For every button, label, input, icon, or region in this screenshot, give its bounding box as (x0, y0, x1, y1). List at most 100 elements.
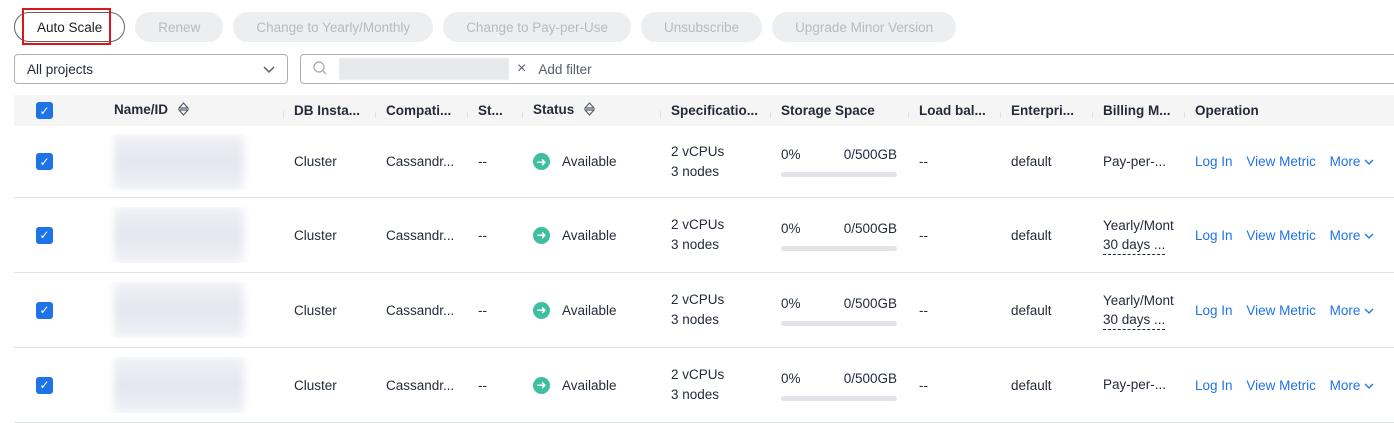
billing-mode-value: Pay-per-... (1103, 377, 1167, 392)
storage-progress-bar (781, 395, 897, 401)
row-checkbox[interactable]: ✓ (36, 301, 53, 319)
header-name[interactable]: Name/ID (104, 102, 284, 119)
view-metric-link[interactable]: View Metric (1246, 378, 1316, 393)
operation-cell: Log In View Metric More (1185, 154, 1385, 169)
enterprise-cell: default (1001, 228, 1093, 243)
enterprise-value[interactable]: default (1011, 303, 1052, 318)
status-value: Available (562, 377, 617, 393)
header-storage-space: Storage Space (771, 103, 909, 118)
lb-value: -- (919, 154, 928, 169)
change-to-pay-per-use-button[interactable]: Change to Pay-per-Use (443, 12, 632, 42)
enterprise-cell: default (1001, 378, 1093, 393)
header-db-type-label: DB Insta... (294, 103, 361, 118)
select-all-checkbox[interactable]: ✓ (36, 102, 53, 119)
chevron-down-icon (1364, 228, 1374, 243)
storage-capacity: 0/500GB (843, 147, 897, 162)
spec-cell: 2 vCPUs 3 nodes (661, 290, 771, 330)
enterprise-value[interactable]: default (1011, 228, 1052, 243)
renew-button[interactable]: Renew (135, 12, 224, 42)
st-cell: -- (468, 154, 523, 169)
header-compat-label: Compati... (386, 103, 452, 118)
table-row: ✓ Cluster Cassandr... -- ➜ Available 2 v… (14, 198, 1394, 273)
project-select[interactable]: All projects (14, 54, 288, 84)
spec-vcpus: 2 vCPUs (671, 217, 725, 232)
header-load-balancer: Load bal... (909, 103, 1001, 118)
name-id-redacted[interactable] (114, 133, 244, 190)
status-cell: ➜ Available (523, 153, 661, 170)
enterprise-value[interactable]: default (1011, 378, 1052, 393)
enterprise-value[interactable]: default (1011, 154, 1052, 169)
header-specification: Specificatio... (661, 103, 771, 118)
db-type-value: Cluster (294, 227, 337, 243)
row-checkbox[interactable]: ✓ (36, 376, 53, 394)
billing-expiry-value[interactable]: 30 days ... (1103, 236, 1166, 255)
upgrade-label: Upgrade Minor Version (795, 19, 934, 35)
sort-icon[interactable] (177, 102, 190, 119)
chevron-down-icon (1364, 378, 1374, 393)
more-label: More (1329, 302, 1361, 318)
header-name-label: Name/ID (114, 102, 169, 118)
upgrade-minor-version-button[interactable]: Upgrade Minor Version (772, 12, 957, 42)
table-row: ✓ Cluster Cassandr... -- ➜ Available 2 v… (14, 126, 1394, 198)
header-st: St... (468, 103, 523, 118)
load-balancer-cell: -- (909, 154, 1001, 169)
enterprise-cell: default (1001, 154, 1093, 169)
status-value: Available (562, 227, 617, 243)
change-ppu-label: Change to Pay-per-Use (466, 19, 609, 35)
st-value: -- (478, 377, 487, 393)
available-status-icon: ➜ (533, 376, 550, 394)
name-id-redacted[interactable] (114, 207, 244, 263)
close-icon[interactable]: × (517, 60, 526, 78)
header-status[interactable]: Status (523, 102, 661, 119)
billing-expiry-value[interactable]: 30 days ... (1103, 311, 1166, 330)
header-spec-label: Specificatio... (671, 103, 759, 118)
unsubscribe-button[interactable]: Unsubscribe (641, 12, 763, 42)
search-filter-input[interactable]: × Add filter (300, 54, 1394, 84)
st-cell: -- (468, 228, 523, 243)
more-dropdown[interactable]: More (1330, 303, 1375, 318)
log-in-link[interactable]: Log In (1195, 228, 1233, 243)
billing-cell: Yearly/Mont 30 days ... (1093, 291, 1185, 330)
unsubscribe-label: Unsubscribe (664, 19, 740, 35)
project-select-value: All projects (27, 61, 94, 77)
db-type-value: Cluster (294, 154, 337, 169)
auto-scale-button[interactable]: Auto Scale (14, 12, 126, 42)
more-dropdown[interactable]: More (1330, 378, 1375, 393)
header-op-label: Operation (1195, 103, 1259, 118)
st-value: -- (478, 154, 487, 169)
change-yearly-label: Change to Yearly/Monthly (256, 19, 411, 35)
name-id-cell (104, 357, 284, 413)
st-cell: -- (468, 378, 523, 393)
auto-scale-label: Auto Scale (37, 19, 103, 35)
status-value: Available (562, 302, 617, 318)
billing-cell: Yearly/Mont 30 days ... (1093, 216, 1185, 255)
more-dropdown[interactable]: More (1330, 154, 1375, 169)
storage-cell: 0% 0/500GB (771, 295, 909, 326)
view-metric-link[interactable]: View Metric (1246, 228, 1316, 243)
billing-cell: Pay-per-... (1093, 152, 1185, 172)
st-value: -- (478, 302, 487, 318)
name-id-redacted[interactable] (114, 282, 244, 338)
log-in-link[interactable]: Log In (1195, 303, 1233, 318)
change-to-yearly-monthly-button[interactable]: Change to Yearly/Monthly (233, 12, 434, 42)
name-id-redacted[interactable] (114, 357, 244, 413)
billing-mode-value: Yearly/Mont (1103, 292, 1174, 308)
spec-cell: 2 vCPUs 3 nodes (661, 142, 771, 182)
log-in-link[interactable]: Log In (1195, 378, 1233, 393)
storage-progress-bar (781, 320, 897, 326)
view-metric-link[interactable]: View Metric (1246, 154, 1316, 169)
row-checkbox[interactable]: ✓ (36, 153, 53, 170)
row-checkbox[interactable]: ✓ (36, 226, 53, 244)
log-in-link[interactable]: Log In (1195, 154, 1233, 169)
more-dropdown[interactable]: More (1330, 228, 1375, 243)
name-id-cell (104, 282, 284, 338)
instances-table: ✓ Name/ID DB Insta... Compati... St... S… (14, 95, 1394, 423)
header-operation: Operation (1185, 103, 1385, 118)
filter-chip (339, 58, 509, 80)
spec-nodes: 3 nodes (671, 163, 720, 179)
spec-vcpus: 2 vCPUs (671, 143, 725, 159)
st-cell: -- (468, 303, 523, 318)
sort-icon[interactable] (583, 102, 596, 119)
storage-capacity: 0/500GB (843, 220, 897, 236)
view-metric-link[interactable]: View Metric (1246, 303, 1316, 318)
